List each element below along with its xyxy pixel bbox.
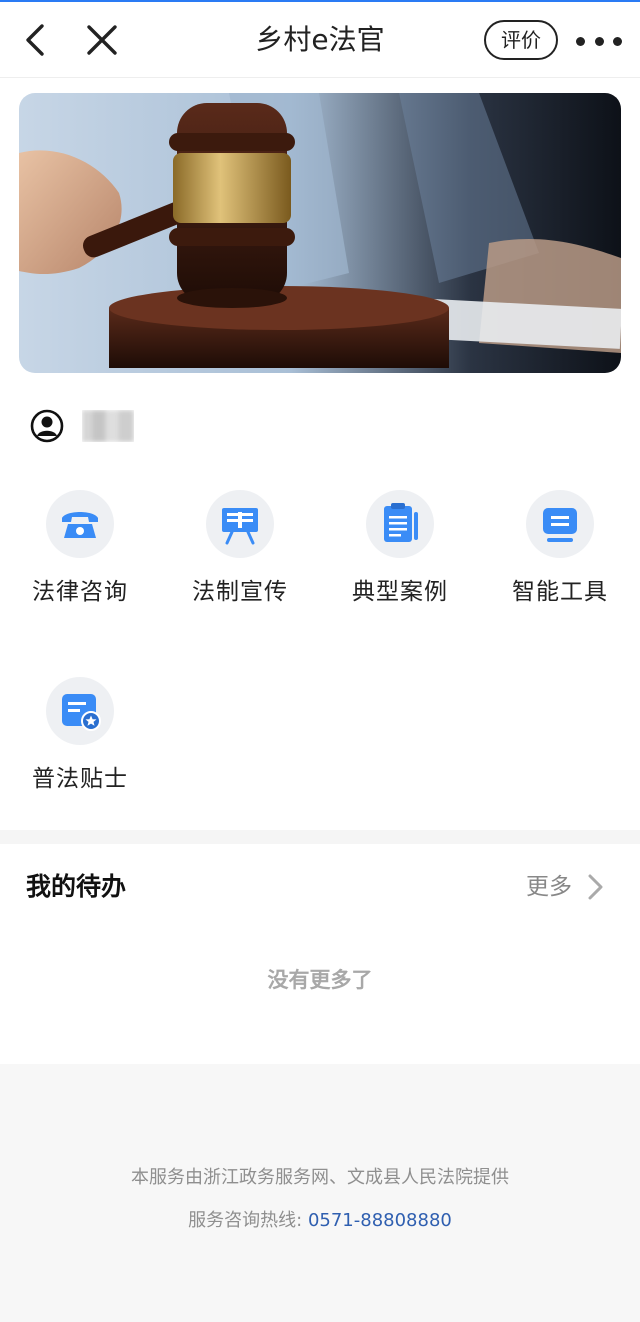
- icon-circle: [366, 490, 434, 558]
- service-provider-text: 本服务由浙江政务服务网、文成县人民法院提供: [131, 1167, 509, 1188]
- service-label: 法制宣传: [192, 579, 288, 605]
- close-button[interactable]: [84, 22, 120, 58]
- back-button[interactable]: [18, 22, 54, 58]
- service-legal-consultation[interactable]: 法律咨询: [10, 490, 150, 620]
- todo-more-link[interactable]: 更多: [526, 870, 606, 904]
- rate-button[interactable]: 评价: [484, 20, 558, 60]
- more-label: 更多: [526, 874, 572, 900]
- service-label: 普法贴士: [32, 766, 128, 792]
- more-dot: [613, 36, 622, 46]
- blurred-name-mask: [82, 410, 134, 442]
- hotline-number-link[interactable]: 0571-88808880: [308, 1210, 452, 1231]
- icon-circle: [46, 490, 114, 558]
- telephone-icon: [62, 512, 98, 538]
- close-icon: [87, 25, 117, 55]
- service-label: 法律咨询: [32, 579, 128, 605]
- gavel-photo-illustration: [19, 93, 621, 373]
- empty-state-text: 没有更多了: [267, 968, 373, 992]
- todo-section-title: 我的待办: [26, 872, 127, 901]
- more-dot: [594, 36, 604, 46]
- service-label: 典型案例: [352, 579, 448, 605]
- icon-circle: [206, 490, 274, 558]
- user-info[interactable]: [30, 404, 134, 448]
- card-star-icon: [62, 694, 101, 731]
- user-name: [82, 410, 134, 442]
- service-legal-publicity[interactable]: 法制宣传: [170, 490, 310, 620]
- easel-board-icon: [222, 508, 258, 545]
- top-navigation-bar: 乡村e法官 评价: [0, 0, 640, 78]
- banner-image[interactable]: [19, 93, 621, 373]
- icon-circle: [526, 490, 594, 558]
- chevron-left-icon: [26, 24, 44, 56]
- service-smart-tools[interactable]: 智能工具: [490, 490, 630, 620]
- document-list-icon: [384, 503, 418, 542]
- icon-circle: [46, 677, 114, 745]
- hotline-row: 服务咨询热线: 0571-88808880: [0, 1207, 640, 1235]
- footer: 本服务由浙江政务服务网、文成县人民法院提供 服务咨询热线: 0571-88808…: [0, 1064, 640, 1322]
- service-typical-cases[interactable]: 典型案例: [330, 490, 470, 620]
- section-divider: [0, 830, 640, 844]
- chevron-right-icon: [588, 874, 603, 900]
- more-button[interactable]: [576, 28, 622, 54]
- service-label: 智能工具: [512, 579, 608, 605]
- service-legal-tips[interactable]: 普法贴士: [10, 677, 150, 807]
- more-dot: [576, 36, 585, 46]
- user-circle-icon: [30, 409, 64, 443]
- hotline-label: 服务咨询热线:: [188, 1210, 303, 1231]
- monitor-icon: [543, 508, 577, 542]
